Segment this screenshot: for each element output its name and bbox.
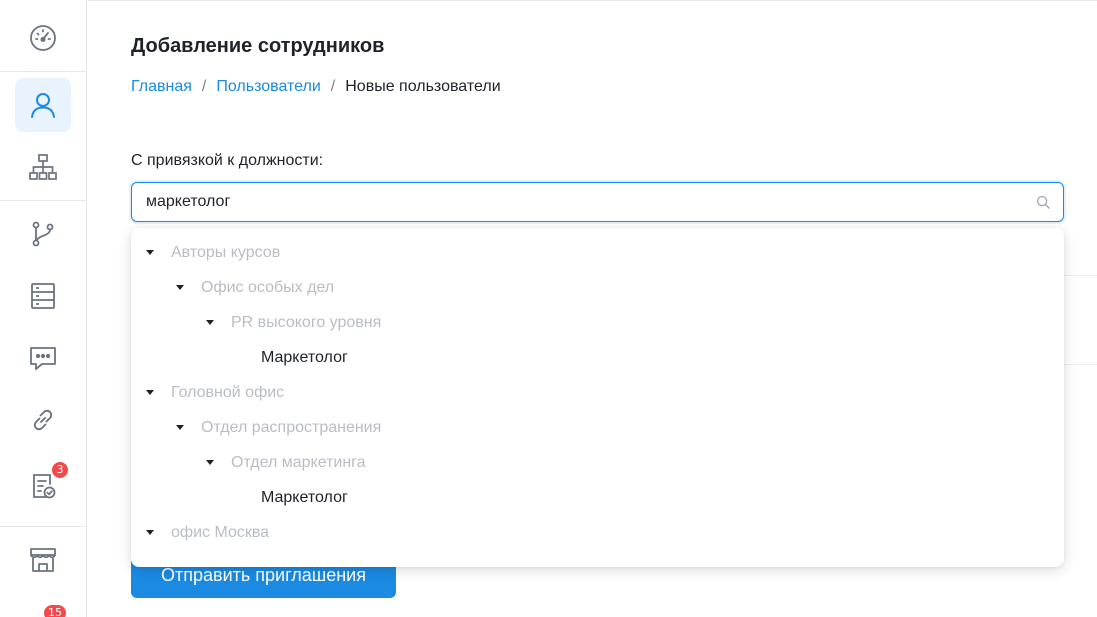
tree-option-row[interactable]: Маркетолог (131, 340, 1064, 375)
sidebar-item-dashboard[interactable] (15, 11, 71, 65)
app: 3 15 Добавление сотрудников Главная / По… (0, 0, 1097, 617)
breadcrumb: Главная / Пользователи / Новые пользоват… (131, 78, 501, 96)
top-border (88, 0, 1097, 3)
caret-down-icon[interactable] (146, 250, 154, 255)
tree-group-label: PR высокого уровня (231, 313, 382, 331)
tree-group-label: Отдел распространения (201, 418, 382, 436)
position-field-label: С привязкой к должности: (131, 152, 324, 169)
sidebar-item-store[interactable] (15, 533, 71, 587)
tree-option-label: Маркетолог (261, 488, 348, 506)
caret-down-icon[interactable] (146, 530, 154, 535)
sidebar-item-structure[interactable] (15, 140, 71, 194)
position-search-input[interactable] (132, 183, 1063, 221)
position-search-box (131, 182, 1064, 222)
sidebar-divider (0, 200, 86, 201)
breadcrumb-separator: / (201, 78, 207, 95)
chat-icon (30, 347, 56, 370)
caret-down-icon[interactable] (206, 460, 214, 465)
tree-group-label: Головной офис (171, 383, 285, 401)
sidebar-item-database[interactable] (15, 269, 71, 323)
speedometer-icon (30, 25, 56, 51)
tree-group-row: Офис особых дел (131, 270, 1064, 305)
caret-down-icon[interactable] (176, 425, 184, 430)
caret-down-icon[interactable] (206, 320, 214, 325)
background-divider (1064, 364, 1097, 365)
breadcrumb-current: Новые пользователи (345, 78, 501, 95)
breadcrumb-separator: / (330, 78, 336, 95)
sidebar-divider (0, 71, 86, 72)
tree-group-label: Отдел маркетинга (231, 453, 366, 471)
search-icon (1036, 195, 1050, 209)
position-tree-dropdown: Авторы курсов Офис особых дел PR высоког… (131, 228, 1064, 567)
sidebar-item-users[interactable] (15, 78, 71, 132)
caret-down-icon[interactable] (146, 390, 154, 395)
tasks-count-badge: 3 (52, 462, 68, 478)
sidebar: 3 15 (0, 0, 87, 617)
page-title: Добавление сотрудников (131, 35, 385, 57)
main-content: Добавление сотрудников Главная / Пользов… (88, 0, 1097, 617)
user-icon (31, 93, 55, 118)
tree-group-label: Авторы курсов (171, 243, 281, 261)
tree-group-row: PR высокого уровня (131, 305, 1064, 340)
background-divider (1064, 275, 1097, 276)
tree-group-row: Отдел распространения (131, 410, 1064, 445)
sidebar-item-chat[interactable] (15, 331, 71, 385)
caret-down-icon[interactable] (176, 285, 184, 290)
store-icon (30, 548, 56, 572)
tree-group-label: офис Москва (171, 523, 270, 541)
sidebar-item-links[interactable] (15, 393, 71, 447)
notifications-count-badge: 15 (44, 605, 66, 617)
branch-icon (32, 221, 54, 247)
org-chart-icon (29, 154, 57, 180)
link-icon (33, 409, 53, 431)
sidebar-divider (0, 526, 86, 527)
tree-group-row: офис Москва (131, 515, 1064, 550)
tree-group-label: Офис особых дел (201, 278, 335, 296)
tree-group-row: Авторы курсов (131, 235, 1064, 270)
tree-group-row: Головной офис (131, 375, 1064, 410)
breadcrumb-home-link[interactable]: Главная (131, 78, 192, 96)
tree-option-row[interactable]: Маркетолог (131, 480, 1064, 515)
server-icon (31, 283, 55, 309)
sidebar-item-flows[interactable] (15, 207, 71, 261)
tree-group-row: Отдел маркетинга (131, 445, 1064, 480)
breadcrumb-users-link[interactable]: Пользователи (216, 78, 320, 96)
sidebar-item-tasks[interactable]: 3 (15, 459, 71, 513)
tree-option-label: Маркетолог (261, 348, 348, 366)
